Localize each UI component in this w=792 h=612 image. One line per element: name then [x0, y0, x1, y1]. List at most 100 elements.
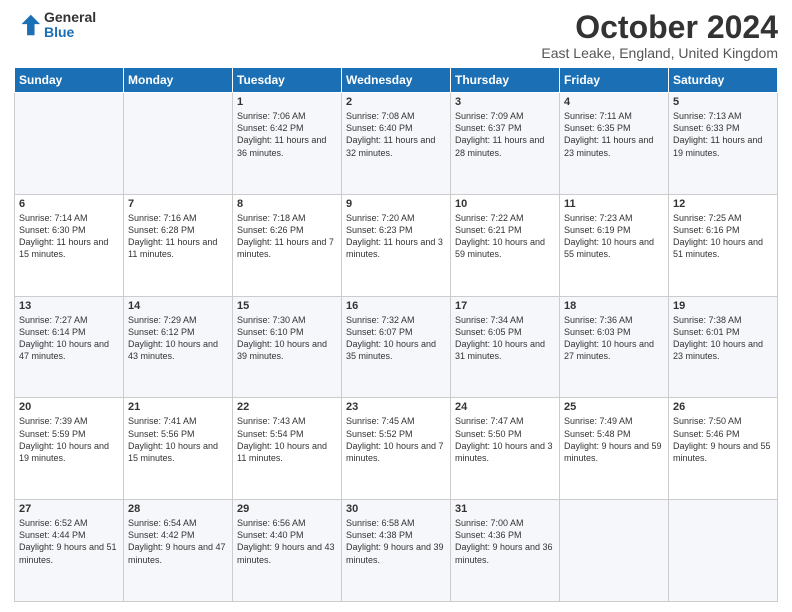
table-cell: 10 Sunrise: 7:22 AM Sunset: 6:21 PM Dayli…	[451, 194, 560, 296]
table-cell: 23 Sunrise: 7:45 AM Sunset: 5:52 PM Dayli…	[342, 398, 451, 500]
day-number: 5	[673, 96, 773, 108]
cell-info: Sunrise: 7:20 AM Sunset: 6:23 PM Dayligh…	[346, 212, 446, 261]
cell-info: Sunrise: 7:18 AM Sunset: 6:26 PM Dayligh…	[237, 212, 337, 261]
cell-info: Sunrise: 7:22 AM Sunset: 6:21 PM Dayligh…	[455, 212, 555, 261]
cell-info: Sunrise: 7:08 AM Sunset: 6:40 PM Dayligh…	[346, 110, 446, 159]
cell-info: Sunrise: 7:49 AM Sunset: 5:48 PM Dayligh…	[564, 415, 664, 464]
table-cell: 12 Sunrise: 7:25 AM Sunset: 6:16 PM Dayli…	[669, 194, 778, 296]
cell-info: Sunrise: 7:11 AM Sunset: 6:35 PM Dayligh…	[564, 110, 664, 159]
logo-general: General	[44, 10, 96, 25]
day-number: 26	[673, 401, 773, 413]
day-number: 15	[237, 300, 337, 312]
table-cell: 7Sunrise: 7:16 AM Sunset: 6:28 PM Daylig…	[124, 194, 233, 296]
table-cell: 19Sunrise: 7:38 AM Sunset: 6:01 PM Dayli…	[669, 296, 778, 398]
table-cell: 3 Sunrise: 7:09 AM Sunset: 6:37 PM Daylig…	[451, 93, 560, 195]
day-number: 10	[455, 198, 555, 210]
day-number: 25	[564, 401, 664, 413]
logo: General Blue	[14, 10, 96, 41]
table-cell: 13Sunrise: 7:27 AM Sunset: 6:14 PM Dayli…	[15, 296, 124, 398]
day-number: 30	[346, 503, 446, 515]
day-number: 21	[128, 401, 228, 413]
table-cell: 1Sunrise: 7:06 AM Sunset: 6:42 PM Daylig…	[233, 93, 342, 195]
week-row-5: 27Sunrise: 6:52 AM Sunset: 4:44 PM Dayli…	[15, 500, 778, 602]
day-number: 18	[564, 300, 664, 312]
table-cell: 30 Sunrise: 6:58 AM Sunset: 4:38 PM Dayli…	[342, 500, 451, 602]
cell-info: Sunrise: 7:30 AM Sunset: 6:10 PM Dayligh…	[237, 314, 337, 363]
cell-info: Sunrise: 7:27 AM Sunset: 6:14 PM Dayligh…	[19, 314, 119, 363]
cell-info: Sunrise: 7:43 AM Sunset: 5:54 PM Dayligh…	[237, 415, 337, 464]
cell-info: Sunrise: 7:50 AM Sunset: 5:46 PM Dayligh…	[673, 415, 773, 464]
day-number: 19	[673, 300, 773, 312]
day-number: 16	[346, 300, 446, 312]
day-number: 11	[564, 198, 664, 210]
table-cell: 15 Sunrise: 7:30 AM Sunset: 6:10 PM Dayli…	[233, 296, 342, 398]
week-row-2: 6Sunrise: 7:14 AM Sunset: 6:30 PM Daylig…	[15, 194, 778, 296]
header: General Blue October 2024 East Leake, En…	[14, 10, 778, 61]
table-cell: 24 Sunrise: 7:47 AM Sunset: 5:50 PM Dayli…	[451, 398, 560, 500]
cell-info: Sunrise: 7:25 AM Sunset: 6:16 PM Dayligh…	[673, 212, 773, 261]
cell-info: Sunrise: 7:29 AM Sunset: 6:12 PM Dayligh…	[128, 314, 228, 363]
table-cell: 4Sunrise: 7:11 AM Sunset: 6:35 PM Daylig…	[560, 93, 669, 195]
cell-info: Sunrise: 7:16 AM Sunset: 6:28 PM Dayligh…	[128, 212, 228, 261]
table-cell: 6Sunrise: 7:14 AM Sunset: 6:30 PM Daylig…	[15, 194, 124, 296]
cell-info: Sunrise: 7:32 AM Sunset: 6:07 PM Dayligh…	[346, 314, 446, 363]
day-number: 23	[346, 401, 446, 413]
table-cell: 28 Sunrise: 6:54 AM Sunset: 4:42 PM Dayli…	[124, 500, 233, 602]
day-number: 8	[237, 198, 337, 210]
col-friday: Friday	[560, 68, 669, 93]
col-sunday: Sunday	[15, 68, 124, 93]
day-number: 22	[237, 401, 337, 413]
day-number: 9	[346, 198, 446, 210]
cell-info: Sunrise: 6:58 AM Sunset: 4:38 PM Dayligh…	[346, 517, 446, 566]
table-cell	[124, 93, 233, 195]
logo-icon	[14, 11, 42, 39]
cell-info: Sunrise: 7:45 AM Sunset: 5:52 PM Dayligh…	[346, 415, 446, 464]
table-cell	[669, 500, 778, 602]
table-cell: 29Sunrise: 6:56 AM Sunset: 4:40 PM Dayli…	[233, 500, 342, 602]
cell-info: Sunrise: 7:23 AM Sunset: 6:19 PM Dayligh…	[564, 212, 664, 261]
week-row-4: 20 Sunrise: 7:39 AM Sunset: 5:59 PM Dayli…	[15, 398, 778, 500]
table-cell	[560, 500, 669, 602]
col-thursday: Thursday	[451, 68, 560, 93]
logo-blue: Blue	[44, 25, 96, 40]
table-cell: 21 Sunrise: 7:41 AM Sunset: 5:56 PM Dayli…	[124, 398, 233, 500]
table-cell: 8 Sunrise: 7:18 AM Sunset: 6:26 PM Daylig…	[233, 194, 342, 296]
table-cell: 18Sunrise: 7:36 AM Sunset: 6:03 PM Dayli…	[560, 296, 669, 398]
col-monday: Monday	[124, 68, 233, 93]
table-cell: 14 Sunrise: 7:29 AM Sunset: 6:12 PM Dayli…	[124, 296, 233, 398]
day-number: 1	[237, 96, 337, 108]
table-cell: 27Sunrise: 6:52 AM Sunset: 4:44 PM Dayli…	[15, 500, 124, 602]
table-cell: 20 Sunrise: 7:39 AM Sunset: 5:59 PM Dayli…	[15, 398, 124, 500]
col-wednesday: Wednesday	[342, 68, 451, 93]
cell-info: Sunrise: 6:56 AM Sunset: 4:40 PM Dayligh…	[237, 517, 337, 566]
cell-info: Sunrise: 7:47 AM Sunset: 5:50 PM Dayligh…	[455, 415, 555, 464]
table-cell: 25 Sunrise: 7:49 AM Sunset: 5:48 PM Dayli…	[560, 398, 669, 500]
table-cell: 11 Sunrise: 7:23 AM Sunset: 6:19 PM Dayli…	[560, 194, 669, 296]
day-number: 12	[673, 198, 773, 210]
table-cell: 26 Sunrise: 7:50 AM Sunset: 5:46 PM Dayli…	[669, 398, 778, 500]
header-row: Sunday Monday Tuesday Wednesday Thursday…	[15, 68, 778, 93]
table-cell: 22 Sunrise: 7:43 AM Sunset: 5:54 PM Dayli…	[233, 398, 342, 500]
cell-info: Sunrise: 7:09 AM Sunset: 6:37 PM Dayligh…	[455, 110, 555, 159]
table-cell: 17Sunrise: 7:34 AM Sunset: 6:05 PM Dayli…	[451, 296, 560, 398]
cell-info: Sunrise: 7:39 AM Sunset: 5:59 PM Dayligh…	[19, 415, 119, 464]
cell-info: Sunrise: 7:41 AM Sunset: 5:56 PM Dayligh…	[128, 415, 228, 464]
day-number: 24	[455, 401, 555, 413]
col-saturday: Saturday	[669, 68, 778, 93]
day-number: 3	[455, 96, 555, 108]
month-title: October 2024	[541, 10, 778, 45]
table-cell: 31 Sunrise: 7:00 AM Sunset: 4:36 PM Dayli…	[451, 500, 560, 602]
day-number: 14	[128, 300, 228, 312]
col-tuesday: Tuesday	[233, 68, 342, 93]
cell-info: Sunrise: 6:52 AM Sunset: 4:44 PM Dayligh…	[19, 517, 119, 566]
day-number: 20	[19, 401, 119, 413]
table-cell: 2Sunrise: 7:08 AM Sunset: 6:40 PM Daylig…	[342, 93, 451, 195]
day-number: 17	[455, 300, 555, 312]
cell-info: Sunrise: 7:00 AM Sunset: 4:36 PM Dayligh…	[455, 517, 555, 566]
location: East Leake, England, United Kingdom	[541, 45, 778, 61]
cell-info: Sunrise: 6:54 AM Sunset: 4:42 PM Dayligh…	[128, 517, 228, 566]
cell-info: Sunrise: 7:14 AM Sunset: 6:30 PM Dayligh…	[19, 212, 119, 261]
day-number: 28	[128, 503, 228, 515]
day-number: 31	[455, 503, 555, 515]
logo-text: General Blue	[44, 10, 96, 41]
